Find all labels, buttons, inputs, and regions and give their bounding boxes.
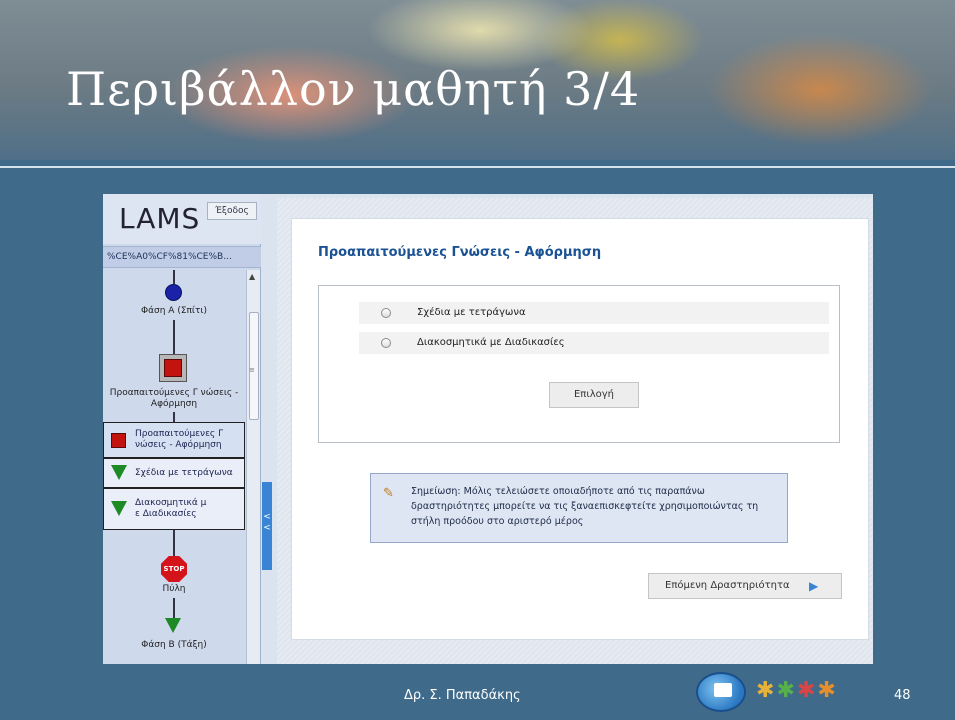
- option-squares[interactable]: Σχέδια με τετράγωνα: [359, 302, 829, 324]
- slide-title: Περιβάλλον μαθητή 3/4: [66, 62, 641, 116]
- red-square-icon: [111, 433, 126, 448]
- options-box: Σχέδια με τετράγωνα Διακοσμητικά με Διαδ…: [318, 285, 840, 443]
- green-triangle-icon: [165, 618, 181, 633]
- activity-label: Διακοσμητικά μ ε Διαδικασίες: [135, 498, 207, 519]
- collapse-sidebar-tab[interactable]: < <: [262, 482, 272, 570]
- current-phase-icon: [165, 284, 182, 301]
- note-box: ✎ Σημείωση: Μόλις τελειώσετε οποιαδήποτε…: [370, 473, 788, 543]
- grip-icon: ≡: [249, 366, 255, 374]
- option-decorations[interactable]: Διακοσμητικά με Διαδικασίες: [359, 332, 829, 354]
- activity-card: Προαπαιτούμενες Γνώσεις - Αφόρμηση Σχέδι…: [291, 218, 869, 640]
- logo-area: LAMS Έξοδος: [103, 194, 261, 244]
- flow-line: [173, 320, 175, 356]
- main-content: Προαπαιτούμενες Γνώσεις - Αφόρμηση Σχέδι…: [277, 198, 873, 664]
- progress-sidebar: LAMS Έξοδος %CE%A0%CF%81%CE%B... Φάση Α …: [103, 194, 261, 664]
- arrow-right-icon: ▶: [809, 579, 819, 593]
- lams-logo: LAMS: [119, 202, 201, 235]
- activity-row-prereq[interactable]: Προαπαιτούμενες Γ νώσεις - Αφόρμηση: [103, 422, 245, 458]
- node-phase-a[interactable]: Φάση Α (Σπίτι): [107, 306, 241, 317]
- node-gate[interactable]: Πύλη: [107, 584, 241, 595]
- next-activity-label: Επόμενη Δραστηριότητα: [665, 580, 790, 591]
- next-activity-button[interactable]: Επόμενη Δραστηριότητα ▶: [648, 573, 842, 599]
- lams-screenshot: LAMS Έξοδος %CE%A0%CF%81%CE%B... Φάση Α …: [103, 194, 873, 664]
- activity-row-decorations[interactable]: Διακοσμητικά μ ε Διαδικασίες: [103, 488, 245, 530]
- banner-divider: [0, 166, 955, 168]
- activity-heading: Προαπαιτούμενες Γνώσεις - Αφόρμηση: [318, 245, 602, 260]
- radio-button[interactable]: [381, 308, 391, 318]
- green-triangle-icon: [111, 501, 127, 516]
- pencil-icon: ✎: [383, 486, 394, 501]
- course-logo: [696, 672, 746, 712]
- green-triangle-icon: [111, 465, 127, 480]
- flow-line: [173, 530, 175, 556]
- flow-line: [173, 270, 175, 284]
- choose-button[interactable]: Επιλογή: [549, 382, 639, 408]
- exit-button[interactable]: Έξοδος: [207, 202, 257, 220]
- option-label: Διακοσμητικά με Διαδικασίες: [417, 337, 565, 348]
- progress-flow: Φάση Α (Σπίτι) Προαπαιτούμενες Γ νώσεις …: [103, 270, 245, 664]
- option-label: Σχέδια με τετράγωνα: [417, 307, 526, 318]
- page-number: 48: [894, 688, 911, 703]
- node-phase-b[interactable]: Φάση Β (Τάξη): [107, 640, 241, 651]
- slide-banner: Περιβάλλον μαθητή 3/4: [0, 0, 955, 160]
- activity-label: Προαπαιτούμενες Γ νώσεις - Αφόρμηση: [135, 429, 224, 450]
- sidebar-scrollbar[interactable]: ▲ ≡: [246, 270, 260, 664]
- stop-gate-icon: STOP: [161, 556, 187, 582]
- scroll-up-icon[interactable]: ▲: [249, 272, 255, 281]
- node-prereq[interactable]: Προαπαιτούμενες Γ νώσεις - Αφόρμηση: [107, 388, 241, 410]
- note-text: Σημείωση: Μόλις τελειώσετε οποιαδήποτε α…: [411, 486, 759, 527]
- current-activity-icon: [159, 354, 187, 382]
- activity-label: Σχέδια με τετράγωνα: [135, 468, 233, 478]
- activity-row-squares[interactable]: Σχέδια με τετράγωνα: [103, 458, 245, 488]
- radio-button[interactable]: [381, 338, 391, 348]
- slide-author: Δρ. Σ. Παπαδάκης: [404, 688, 521, 703]
- kids-logo: ✱✱✱✱: [756, 678, 838, 703]
- sequence-title: %CE%A0%CF%81%CE%B...: [103, 246, 261, 268]
- flow-line: [173, 598, 175, 618]
